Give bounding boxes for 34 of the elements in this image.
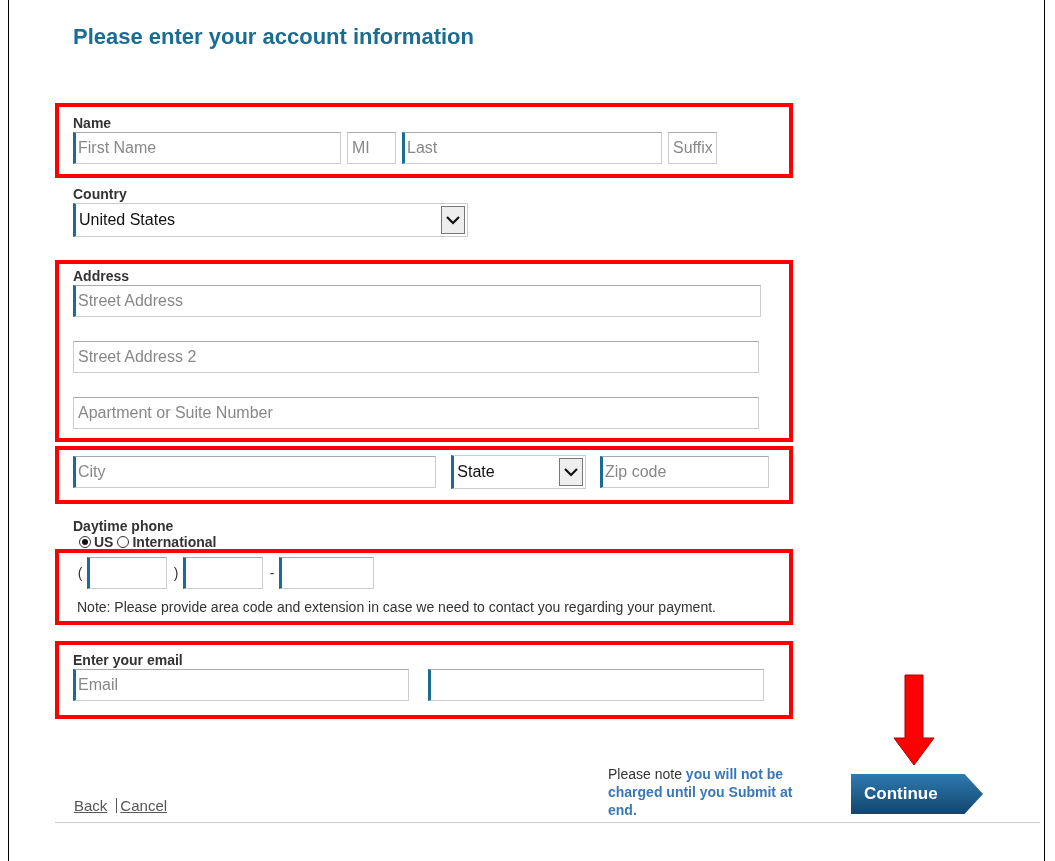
field-label: Daytime phone (72, 517, 175, 534)
continue-button[interactable]: Continue (851, 774, 983, 814)
chevron-down-icon (446, 215, 460, 225)
link[interactable]: Cancel (120, 797, 168, 814)
input-field[interactable]: City (73, 456, 437, 488)
input-field[interactable]: Suffix (668, 132, 717, 164)
input-field[interactable] (279, 557, 374, 589)
input-field[interactable]: Apartment or Suite Number (73, 397, 759, 429)
input-field[interactable]: Street Address 2 (73, 341, 759, 373)
input-field[interactable]: First Name (73, 132, 341, 164)
field-label: Enter your email (73, 652, 184, 668)
dropdown[interactable]: State (451, 455, 586, 489)
input-field[interactable]: Email (73, 669, 409, 701)
note-text: Please note you will not be charged until you Submit at end. (608, 765, 794, 819)
field-label: Address (73, 268, 131, 284)
input-field[interactable]: Zip code (600, 456, 769, 488)
field-label: Name (73, 115, 113, 131)
field-label: Country (73, 186, 128, 202)
link[interactable]: Back (74, 797, 108, 814)
input-field[interactable]: Last (402, 132, 662, 164)
note-text: Note: Please provide area code and extension in case we need to contact you regarding your payment. (76, 599, 717, 615)
dropdown[interactable]: United States (73, 203, 468, 237)
phone-separator: ( (76, 565, 84, 581)
chevron-down-icon (564, 467, 578, 477)
input-field[interactable] (87, 557, 167, 589)
input-field[interactable]: MI (347, 132, 396, 164)
input-field[interactable] (183, 557, 263, 589)
input-field[interactable]: Street Address (73, 285, 761, 317)
page-title: Please enter your account information (72, 23, 475, 51)
phone-separator: ) (172, 565, 180, 581)
radio-option[interactable]: US (79, 534, 114, 549)
radio-option[interactable]: International (117, 534, 217, 549)
input-field[interactable] (428, 669, 764, 701)
phone-separator: - (268, 565, 276, 581)
